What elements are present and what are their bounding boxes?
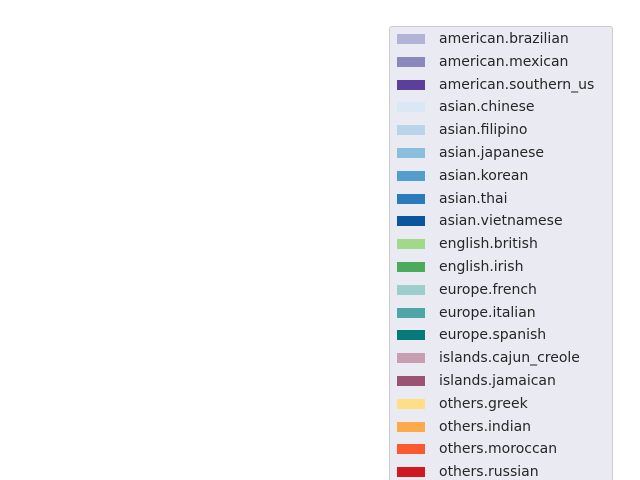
legend-swatch <box>397 216 425 227</box>
legend-label: asian.chinese <box>439 99 535 116</box>
legend-entry: others.indian <box>397 417 531 437</box>
legend-swatch <box>397 102 425 113</box>
legend-entry: islands.cajun_creole <box>397 348 580 368</box>
legend-label: europe.spanish <box>439 327 547 344</box>
legend-label: american.southern_us <box>439 76 595 93</box>
legend-label: others.greek <box>439 395 528 412</box>
legend-swatch <box>397 284 425 295</box>
legend-swatch <box>397 193 425 204</box>
legend-entry: american.southern_us <box>397 75 594 95</box>
legend-label: others.russian <box>439 464 539 480</box>
legend-swatch <box>397 444 425 455</box>
legend-label: asian.japanese <box>439 145 544 161</box>
legend-swatch <box>397 398 425 409</box>
legend-label: english.british <box>439 236 538 253</box>
legend-label: english.irish <box>439 259 524 275</box>
legend-swatch <box>397 421 425 432</box>
legend-label: asian.filipino <box>439 122 528 139</box>
legend-swatch <box>397 170 425 181</box>
legend-entry: english.irish <box>397 257 523 277</box>
legend-label: europe.italian <box>439 304 536 321</box>
legend-label: islands.cajun_creole <box>439 350 580 367</box>
legend-swatch <box>397 239 425 250</box>
legend-entry: others.moroccan <box>397 439 557 459</box>
legend-swatch <box>397 307 425 318</box>
legend-swatch <box>397 467 425 478</box>
legend-swatch <box>397 125 425 136</box>
legend-entry: others.russian <box>397 462 539 480</box>
legend-entry: american.brazilian <box>397 29 569 49</box>
legend-entry: asian.thai <box>397 189 508 209</box>
legend-label: europe.french <box>439 281 537 298</box>
legend-label: others.indian <box>439 418 532 435</box>
legend-swatch <box>397 79 425 90</box>
legend-swatch <box>397 376 425 386</box>
legend-swatch <box>397 353 425 364</box>
chart-legend: american.brazilian american.mexican americ… <box>389 26 613 480</box>
legend-entry: others.greek <box>397 394 528 414</box>
legend-entry: asian.vietnamese <box>397 211 563 231</box>
legend-swatch <box>397 56 425 67</box>
legend-entry: asian.japanese <box>397 143 544 163</box>
legend-swatch <box>397 262 425 272</box>
legend-entry: europe.spanish <box>397 325 546 345</box>
legend-label: american.brazilian <box>439 31 569 47</box>
legend-label: asian.vietnamese <box>439 213 563 230</box>
legend-label: american.mexican <box>439 53 569 70</box>
legend-entry: asian.korean <box>397 166 528 186</box>
legend-entry: islands.jamaican <box>397 371 556 391</box>
legend-label: asian.korean <box>439 167 529 184</box>
legend-swatch <box>397 34 425 44</box>
legend-entry: asian.filipino <box>397 120 527 140</box>
legend-swatch <box>397 148 425 158</box>
legend-label: asian.thai <box>439 190 508 207</box>
legend-label: islands.jamaican <box>439 373 556 389</box>
chart-canvas: american.brazilian american.mexican americ… <box>0 0 640 480</box>
legend-entry: asian.chinese <box>397 97 535 117</box>
legend-label: others.moroccan <box>439 441 558 458</box>
legend-entry: europe.french <box>397 280 537 300</box>
legend-entry: europe.italian <box>397 303 536 323</box>
legend-swatch <box>397 330 425 341</box>
legend-entry: american.mexican <box>397 52 568 72</box>
legend-entry: english.british <box>397 234 538 254</box>
